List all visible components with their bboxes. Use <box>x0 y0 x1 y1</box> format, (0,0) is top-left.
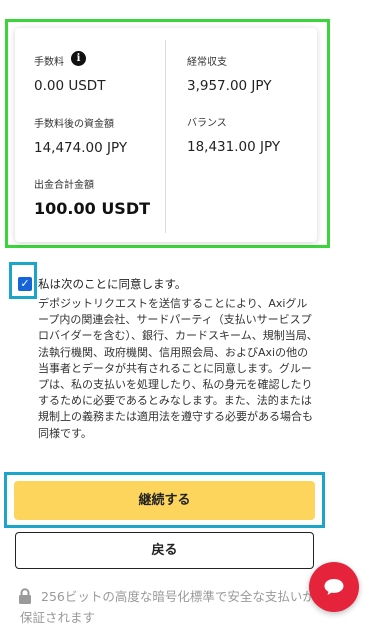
fee-label: 手数料 <box>34 57 64 68</box>
pnl-value: 3,957.00 JPY <box>187 78 272 94</box>
agreement-text: デポジットリクエストを送信することにより、Axiグループ内の関連会社、サードパー… <box>38 297 318 440</box>
chat-button[interactable] <box>309 562 359 612</box>
chat-icon <box>324 579 344 595</box>
agree-checkbox[interactable]: ✓ <box>18 277 32 291</box>
withdrawal-total-value: 100.00 USDT <box>34 199 151 218</box>
withdrawal-summary-card: 手数料 i 0.00 USDT 手数料後の資金額 14,474.00 JPY 出… <box>15 28 317 242</box>
security-notice: 256ビットの高度な暗号化標準で安全な支払いが保証されます <box>20 589 315 625</box>
funds-after-fee-label: 手数料後の資金額 <box>34 119 114 130</box>
agreement-title: 私は次のことに同意します。 <box>38 277 187 291</box>
continue-button[interactable]: 継続する <box>14 481 315 520</box>
withdrawal-total-label: 出金合計金額 <box>34 180 94 191</box>
info-icon[interactable]: i <box>71 51 86 66</box>
card-divider <box>165 40 166 233</box>
funds-after-fee-value: 14,474.00 JPY <box>34 140 128 156</box>
fee-value: 0.00 USDT <box>34 78 106 94</box>
balance-value: 18,431.00 JPY <box>187 139 281 155</box>
balance-label: バランス <box>187 118 227 129</box>
back-button[interactable]: 戻る <box>15 532 314 569</box>
pnl-label: 経常収支 <box>187 57 227 68</box>
